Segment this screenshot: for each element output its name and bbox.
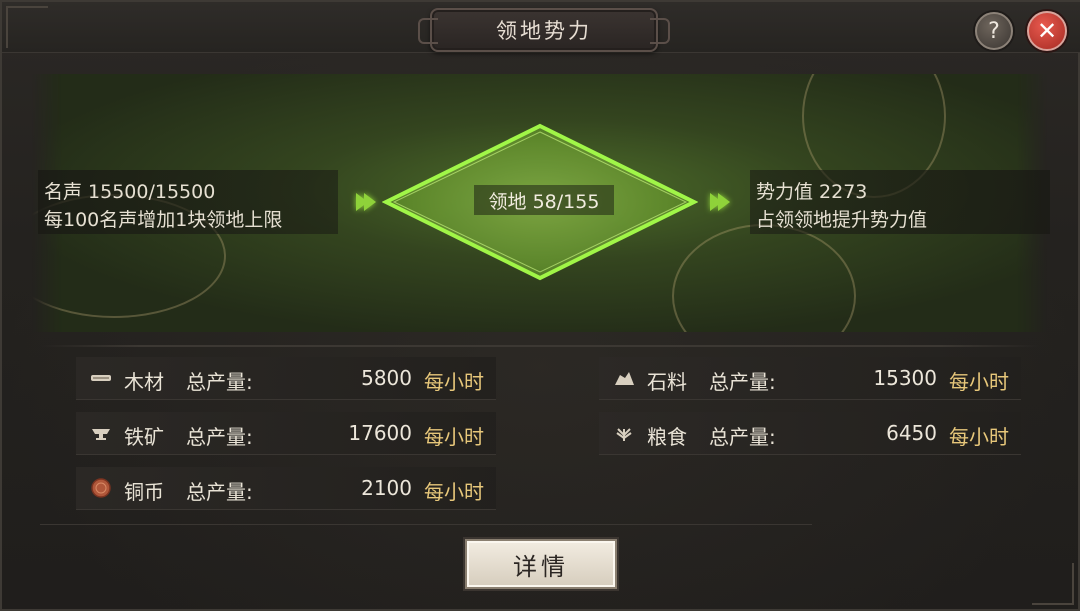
coin-icon <box>91 478 111 498</box>
resource-value: 6450 <box>886 421 937 445</box>
territory-count: 领地 58/155 <box>474 185 614 215</box>
grain-icon <box>616 428 632 441</box>
territory-power-window: 领地势力 ? ✕ 名声 15500/15500 每100名声增加1块领地上限 领… <box>0 0 1080 611</box>
arrow-right-icon <box>364 193 376 211</box>
resource-row-stone: 石料 总产量: 15300 每小时 <box>599 357 1021 400</box>
resource-name: 铜币 <box>124 480 164 504</box>
fame-value: 名声 15500/15500 <box>44 181 216 203</box>
resource-row-coin: 铜币 总产量: 2100 每小时 <box>76 467 496 510</box>
wood-icon <box>91 375 111 381</box>
close-button[interactable]: ✕ <box>1027 11 1067 51</box>
resource-unit: 每小时 <box>949 370 1009 394</box>
resource-label: 总产量: <box>186 370 253 394</box>
close-icon: ✕ <box>1036 17 1058 45</box>
section-divider <box>40 345 1040 347</box>
resource-name: 木材 <box>124 370 164 394</box>
resource-unit: 每小时 <box>424 370 484 394</box>
resource-name: 铁矿 <box>124 425 164 449</box>
section-divider <box>40 524 812 525</box>
power-description: 占领领地提升势力值 <box>756 209 928 231</box>
resource-unit: 每小时 <box>424 425 484 449</box>
resource-value: 2100 <box>361 476 412 500</box>
resource-unit: 每小时 <box>949 425 1009 449</box>
arrow-right-icon <box>718 193 730 211</box>
resource-unit: 每小时 <box>424 480 484 504</box>
resource-row-iron: 铁矿 总产量: 17600 每小时 <box>76 412 496 455</box>
help-button[interactable]: ? <box>975 12 1013 50</box>
resource-label: 总产量: <box>186 425 253 449</box>
help-icon: ? <box>988 18 1000 44</box>
details-button[interactable]: 详情 <box>465 539 617 589</box>
resource-row-wood: 木材 总产量: 5800 每小时 <box>76 357 496 400</box>
resource-label: 总产量: <box>186 480 253 504</box>
resource-name: 石料 <box>647 370 687 394</box>
frame-corner-decoration <box>6 6 48 48</box>
map-river <box>672 224 856 332</box>
title-plate: 领地势力 <box>418 8 670 52</box>
window-title: 领地势力 <box>496 19 592 43</box>
frame-corner-decoration <box>1032 563 1074 605</box>
resource-name: 粮食 <box>647 425 687 449</box>
fame-description: 每100名声增加1块领地上限 <box>44 209 283 231</box>
resource-row-grain: 粮食 总产量: 6450 每小时 <box>599 412 1021 455</box>
resource-label: 总产量: <box>709 370 776 394</box>
resource-value: 15300 <box>873 366 937 390</box>
resource-value: 17600 <box>348 421 412 445</box>
power-value: 势力值 2273 <box>756 181 868 203</box>
iron-icon <box>92 429 110 440</box>
resource-label: 总产量: <box>709 425 776 449</box>
resource-value: 5800 <box>361 366 412 390</box>
stone-icon <box>615 372 634 385</box>
